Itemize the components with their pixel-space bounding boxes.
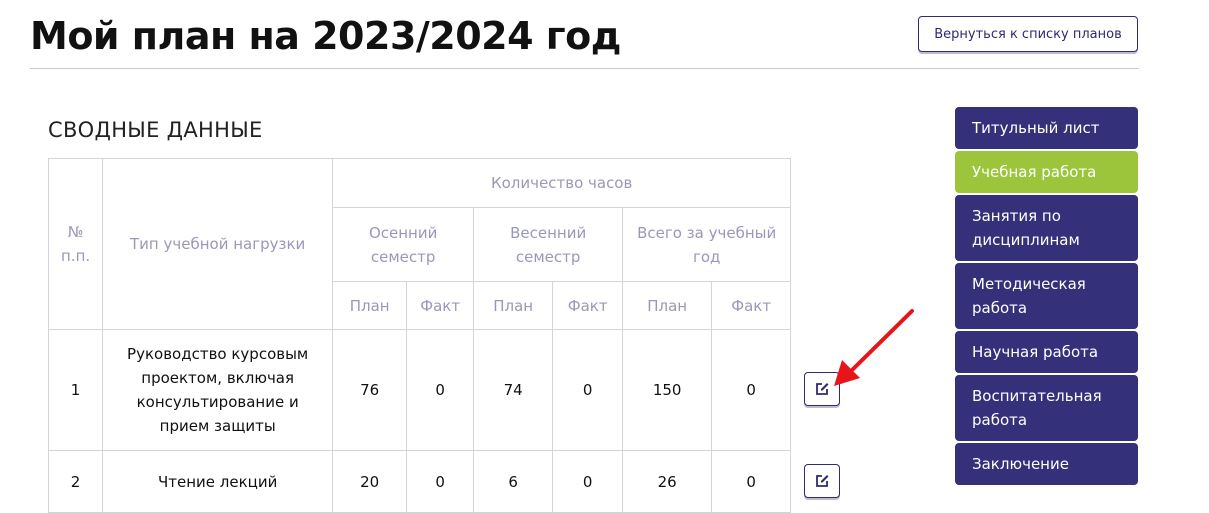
- sidebar-item-title-page[interactable]: Титульный лист: [955, 107, 1138, 149]
- sidebar-item-research-work[interactable]: Научная работа: [955, 331, 1138, 373]
- column-header-hours: Количество часов: [332, 158, 792, 208]
- section-title: СВОДНЫЕ ДАННЫЕ: [48, 118, 263, 142]
- cell-total-fact: 0: [711, 450, 792, 513]
- column-header-type: Тип учебной нагрузки: [102, 158, 334, 330]
- edit-icon: [816, 383, 829, 395]
- sidebar-nav: Титульный лист Учебная работа Занятия по…: [955, 107, 1138, 487]
- column-header-number: № п.п.: [47, 158, 104, 330]
- column-header-fact: Факт: [711, 281, 792, 330]
- cell-spring-plan: 6: [473, 450, 554, 513]
- cell-autumn-fact: 0: [406, 329, 475, 451]
- cell-spring-fact: 0: [552, 329, 624, 451]
- edit-row-button[interactable]: [804, 464, 840, 498]
- column-header-total: Всего за учебный год: [622, 207, 792, 282]
- page-title: Мой план на 2023/2024 год: [30, 14, 621, 58]
- back-to-plans-button[interactable]: Вернуться к списку планов: [918, 16, 1138, 52]
- column-header-spring: Весенний семестр: [473, 207, 624, 282]
- sidebar-item-educational-work[interactable]: Воспитательная работа: [955, 375, 1138, 441]
- sidebar-item-discipline-classes[interactable]: Занятия по дисциплинам: [955, 195, 1138, 261]
- sidebar-item-teaching-work[interactable]: Учебная работа: [955, 151, 1138, 193]
- cell-spring-fact: 0: [552, 450, 624, 513]
- title-divider: [30, 68, 1139, 69]
- table-row: 2 Чтение лекций 20 0 6 0 26 0: [47, 450, 792, 513]
- row-type: Руководство курсовым проектом, включая к…: [102, 329, 334, 451]
- row-number: 2: [47, 450, 104, 513]
- cell-total-plan: 26: [622, 450, 713, 513]
- cell-total-fact: 0: [711, 329, 792, 451]
- column-header-autumn: Осенний семестр: [332, 207, 475, 282]
- row-number: 1: [47, 329, 104, 451]
- edit-icon: [816, 475, 829, 487]
- edit-row-button[interactable]: [804, 372, 840, 406]
- summary-table: № п.п. Тип учебной нагрузки Количество ч…: [47, 158, 792, 513]
- column-header-fact: Факт: [552, 281, 624, 330]
- column-header-plan: План: [332, 281, 408, 330]
- cell-autumn-plan: 76: [332, 329, 408, 451]
- cell-autumn-plan: 20: [332, 450, 408, 513]
- cell-autumn-fact: 0: [406, 450, 475, 513]
- sidebar-item-methodical-work[interactable]: Методическая работа: [955, 263, 1138, 329]
- column-header-fact: Факт: [406, 281, 475, 330]
- table-row: 1 Руководство курсовым проектом, включая…: [47, 329, 792, 451]
- column-header-plan: План: [622, 281, 713, 330]
- cell-total-plan: 150: [622, 329, 713, 451]
- sidebar-item-conclusion[interactable]: Заключение: [955, 443, 1138, 485]
- column-header-plan: План: [473, 281, 554, 330]
- cell-spring-plan: 74: [473, 329, 554, 451]
- row-type: Чтение лекций: [102, 450, 334, 513]
